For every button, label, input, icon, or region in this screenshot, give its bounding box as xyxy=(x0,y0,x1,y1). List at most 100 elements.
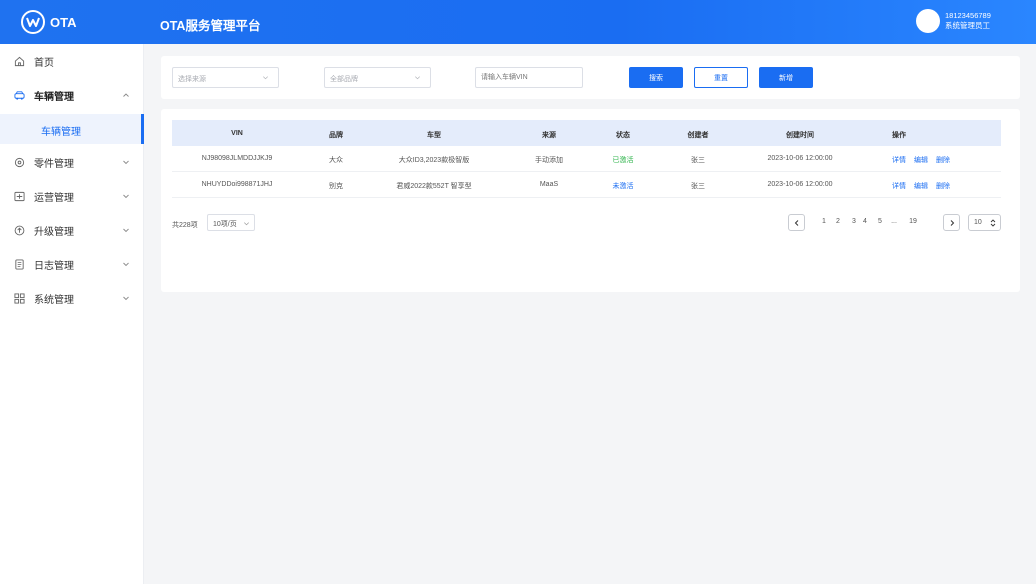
column-header-brand: 品牌 xyxy=(329,132,343,139)
chevron-down-icon xyxy=(263,76,268,80)
cell-creator: 张三 xyxy=(691,183,705,190)
upgrade-icon xyxy=(14,225,25,235)
sidebar-subitem-vehicle-management[interactable]: 车辆管理 xyxy=(0,114,144,144)
chevron-down-icon xyxy=(415,76,420,80)
page-jump-value: 10 xyxy=(974,219,982,226)
row-actions: 详情 编辑 删除 xyxy=(892,181,950,191)
column-header-creator: 创建者 xyxy=(687,132,709,139)
sidebar: 首页 车辆管理 车辆管理 零件管理 运营管理 升级管理 日志管理 系统管理 xyxy=(0,44,144,584)
table-row: NJ98098JLMDDJJKJ9 大众 大众ID3,2023款极智版 手动添加… xyxy=(172,146,1001,172)
sidebar-item-label: 首页 xyxy=(34,57,54,69)
sidebar-item-label: 系统管理 xyxy=(34,294,74,306)
page-jump-input[interactable]: 10 xyxy=(968,214,1001,231)
sidebar-item-system[interactable]: 系统管理 xyxy=(0,283,144,313)
home-icon xyxy=(14,56,25,66)
ota-logo-icon xyxy=(21,10,45,34)
page-ellipsis[interactable]: ... xyxy=(891,218,897,225)
column-header-created-at: 创建时间 xyxy=(786,132,814,139)
chevron-left-icon xyxy=(794,219,798,226)
sidebar-item-parts[interactable]: 零件管理 xyxy=(0,147,144,177)
status-badge: 已激活 xyxy=(612,157,634,164)
logo-text: OTA xyxy=(50,14,77,30)
table-row: NHUYDDoi998871JHJ 别克 君威2022款552T 智享型 Maa… xyxy=(172,172,1001,198)
cell-creator: 张三 xyxy=(691,157,705,164)
source-select[interactable]: 选择来源 xyxy=(172,67,279,88)
reset-button[interactable]: 重置 xyxy=(694,67,748,88)
sidebar-item-home[interactable]: 首页 xyxy=(0,46,144,76)
sidebar-item-logs[interactable]: 日志管理 xyxy=(0,249,144,279)
pagination: 1 2 3 4 5 ... 19 xyxy=(788,214,963,231)
chevron-down-icon xyxy=(244,222,249,226)
car-icon xyxy=(14,90,25,100)
edit-link[interactable]: 编辑 xyxy=(914,181,928,191)
delete-link[interactable]: 删除 xyxy=(936,155,950,165)
page-size-value: 10项/页 xyxy=(213,221,237,228)
top-header-bar: OTA OTA服务管理平台 18123456789 系统管理员工 xyxy=(0,0,1036,44)
log-icon xyxy=(15,258,24,270)
vin-search-input[interactable] xyxy=(475,67,583,88)
filter-panel: 选择来源 全部品牌 搜索 重置 新增 xyxy=(161,56,1020,99)
vehicle-table-panel: VIN 品牌 车型 来源 状态 创建者 创建时间 操作 NJ98098JLMDD… xyxy=(161,109,1020,292)
page-size-select[interactable]: 10项/页 xyxy=(207,214,255,231)
sidebar-item-vehicle[interactable]: 车辆管理 xyxy=(0,80,144,110)
page-number[interactable]: 4 xyxy=(863,218,867,225)
status-badge: 未激活 xyxy=(612,183,634,190)
chevron-up-icon xyxy=(123,93,129,97)
column-header-actions: 操作 xyxy=(892,132,906,139)
cell-brand: 大众 xyxy=(329,157,343,164)
next-page-button[interactable] xyxy=(943,214,960,231)
user-role: 系统管理员工 xyxy=(945,21,990,30)
table-header: VIN 品牌 车型 来源 状态 创建者 创建时间 操作 xyxy=(172,120,1001,146)
sidebar-item-label: 升级管理 xyxy=(34,226,74,238)
sidebar-item-label: 日志管理 xyxy=(34,260,74,272)
cell-source: MaaS xyxy=(539,181,559,188)
logo[interactable]: OTA xyxy=(21,10,76,34)
chevron-down-icon xyxy=(123,160,129,165)
page-number[interactable]: 2 xyxy=(836,218,840,225)
parts-icon xyxy=(14,157,25,167)
search-button[interactable]: 搜索 xyxy=(629,67,683,88)
total-count: 共228项 xyxy=(172,222,198,229)
cell-model: 君威2022款552T 智享型 xyxy=(396,183,472,190)
cell-source: 手动添加 xyxy=(535,157,563,164)
spinner-arrows-icon[interactable] xyxy=(989,218,997,228)
sidebar-item-operations[interactable]: 运营管理 xyxy=(0,181,144,211)
edit-link[interactable]: 编辑 xyxy=(914,155,928,165)
chevron-down-icon xyxy=(123,228,129,233)
cell-brand: 别克 xyxy=(329,183,343,190)
detail-link[interactable]: 详情 xyxy=(892,155,906,165)
detail-link[interactable]: 详情 xyxy=(892,181,906,191)
cell-created-at: 2023-10-06 12:00:00 xyxy=(767,181,833,188)
chevron-down-icon xyxy=(123,262,129,267)
chevron-right-icon xyxy=(950,219,954,226)
prev-page-button[interactable] xyxy=(788,214,805,231)
chevron-down-icon xyxy=(123,296,129,301)
page-number[interactable]: 1 xyxy=(822,218,826,225)
delete-link[interactable]: 删除 xyxy=(936,181,950,191)
page-number[interactable]: 5 xyxy=(878,218,882,225)
sidebar-item-label: 运营管理 xyxy=(34,192,74,204)
sidebar-subitem-label: 车辆管理 xyxy=(41,127,81,138)
cell-vin: NJ98098JLMDDJJKJ9 xyxy=(201,155,273,162)
sidebar-item-upgrade[interactable]: 升级管理 xyxy=(0,215,144,245)
active-indicator xyxy=(141,114,144,144)
sidebar-item-label: 零件管理 xyxy=(34,158,74,170)
sidebar-item-label: 车辆管理 xyxy=(34,91,74,103)
column-header-model: 车型 xyxy=(427,132,441,139)
cell-model: 大众ID3,2023款极智版 xyxy=(398,157,470,164)
app-title: OTA服务管理平台 xyxy=(160,19,261,33)
column-header-status: 状态 xyxy=(616,132,630,139)
cell-vin: NHUYDDoi998871JHJ xyxy=(201,181,273,188)
column-header-source: 来源 xyxy=(542,132,556,139)
page-number[interactable]: 3 xyxy=(852,218,856,225)
system-icon xyxy=(14,292,25,304)
row-actions: 详情 编辑 删除 xyxy=(892,155,950,165)
source-select-placeholder: 选择来源 xyxy=(178,76,206,83)
brand-select[interactable]: 全部品牌 xyxy=(324,67,431,88)
add-button[interactable]: 新增 xyxy=(759,67,813,88)
user-phone: 18123456789 xyxy=(945,11,991,20)
avatar[interactable] xyxy=(916,9,940,33)
user-profile[interactable]: 18123456789 系统管理员工 xyxy=(916,9,991,33)
brand-select-placeholder: 全部品牌 xyxy=(330,76,358,83)
page-number[interactable]: 19 xyxy=(909,218,917,225)
